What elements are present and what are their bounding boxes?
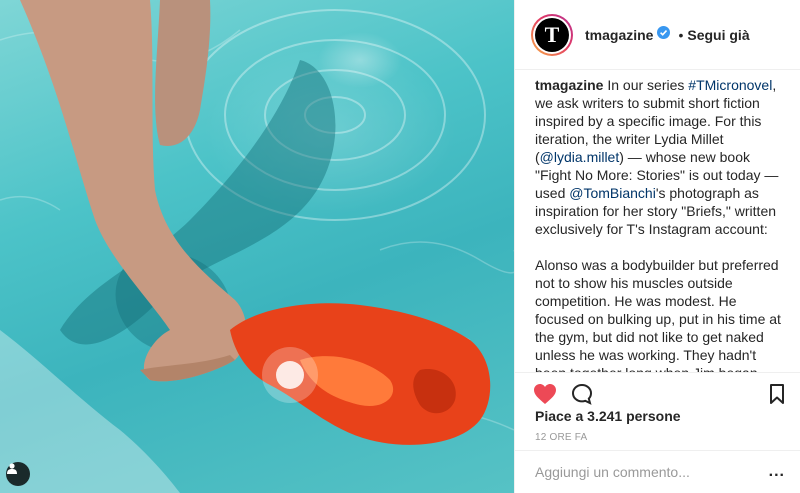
- pool-scene: [0, 0, 514, 493]
- header-separator: •: [678, 26, 684, 43]
- mention-link-tom[interactable]: @TomBianchi: [569, 185, 656, 201]
- post-photo[interactable]: [0, 0, 514, 493]
- likes-count[interactable]: Piace a 3.241 persone: [535, 408, 681, 424]
- comment-input[interactable]: [535, 464, 769, 480]
- comment-bar: ...: [515, 450, 800, 493]
- post-caption: tmagazine In our series #TMicronovel, we…: [515, 70, 800, 372]
- mention-link-lydia[interactable]: @lydia.millet: [540, 149, 620, 165]
- header-username[interactable]: tmagazine: [585, 27, 653, 43]
- action-bar: [515, 372, 800, 412]
- caption-paragraph-2: Alonso was a bodybuilder but preferred n…: [535, 257, 781, 372]
- post-sidebar: T tmagazine • Segui già tmagazine In our…: [514, 0, 800, 493]
- post-header: T tmagazine • Segui già: [515, 0, 800, 70]
- heart-icon[interactable]: [533, 383, 557, 410]
- verified-icon: [657, 25, 671, 44]
- avatar[interactable]: T: [531, 13, 573, 56]
- follow-button[interactable]: Segui già: [687, 27, 749, 43]
- caption-username[interactable]: tmagazine: [535, 77, 603, 93]
- comment-icon[interactable]: [571, 383, 593, 410]
- user-tag-icon[interactable]: [6, 462, 30, 486]
- caption-paragraph-1: tmagazine In our series #TMicronovel, we…: [535, 76, 784, 238]
- caption-text-a: In our series: [603, 77, 689, 93]
- bookmark-icon[interactable]: [769, 384, 785, 409]
- post-timestamp[interactable]: 12 ORE FA: [535, 432, 587, 443]
- more-options-button[interactable]: ...: [769, 463, 785, 481]
- avatar-letter: T: [544, 21, 560, 47]
- hashtag-link[interactable]: #TMicronovel: [688, 77, 772, 93]
